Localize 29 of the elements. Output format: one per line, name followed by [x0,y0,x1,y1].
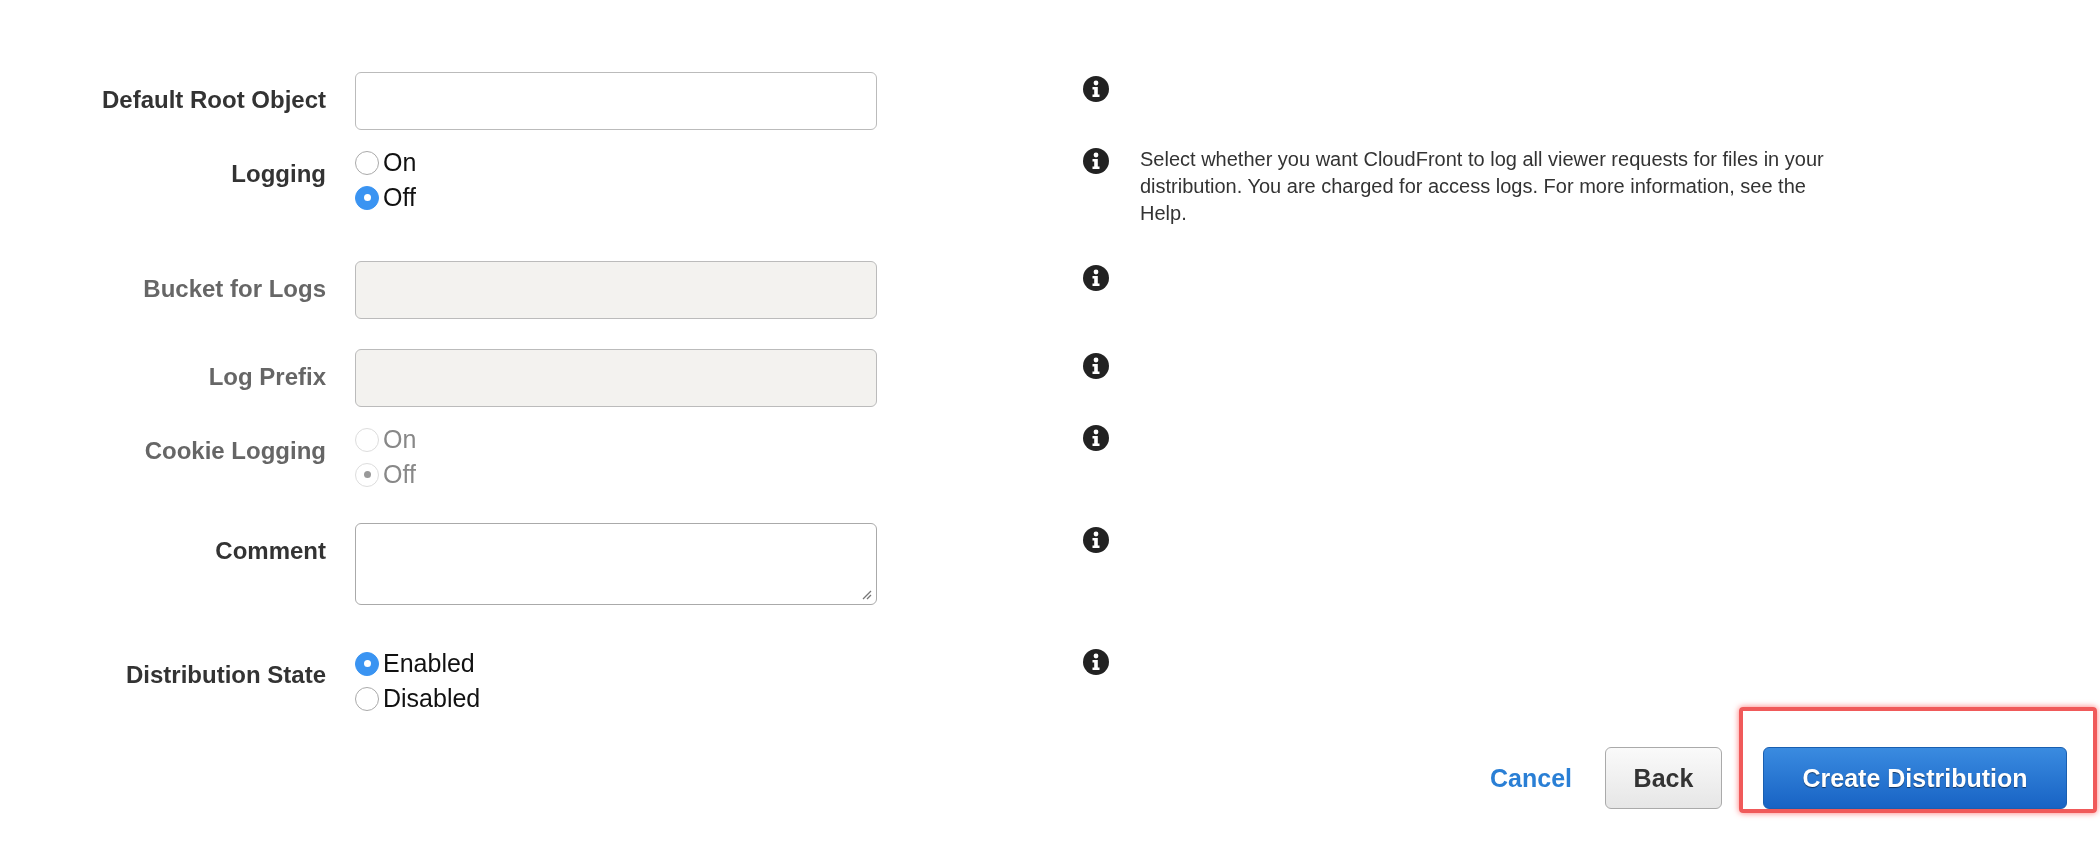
resize-grip-icon [860,588,872,600]
field-label: Log Prefix [208,363,326,391]
back-button[interactable]: Back [1605,747,1722,809]
create-distribution-button[interactable]: Create Distribution [1763,747,2067,809]
cancel-link[interactable]: Cancel [1490,763,1572,793]
info-icon[interactable] [1083,148,1109,174]
radio-label[interactable]: On [383,148,417,177]
info-icon[interactable] [1083,527,1109,553]
comment-textarea[interactable] [355,523,877,605]
field-label: Distribution State [126,661,326,689]
info-icon[interactable] [1083,353,1109,379]
radio-label[interactable]: Disabled [383,684,481,713]
info-icon[interactable] [1083,649,1109,675]
radio-label[interactable]: Off [383,183,416,212]
radio-button[interactable] [355,150,379,175]
field-label: Comment [215,537,326,565]
field-label: Logging [231,160,326,188]
help-text: Select whether you want CloudFront to log all viewer requests for files in your distribution. You are charged for access logs. For more information, see the Help. [1140,147,1825,226]
radio-button[interactable] [355,185,379,210]
info-icon[interactable] [1083,425,1109,451]
info-icon[interactable] [1083,265,1109,291]
field-label: Bucket for Logs [143,275,326,303]
info-icon[interactable] [1083,76,1109,102]
field-label: Cookie Logging [144,437,326,465]
radio-button[interactable] [355,651,379,676]
radio-button[interactable] [355,686,379,711]
text-input[interactable] [355,72,877,130]
field-label: Default Root Object [102,86,326,114]
radio-label[interactable]: Enabled [383,649,475,678]
